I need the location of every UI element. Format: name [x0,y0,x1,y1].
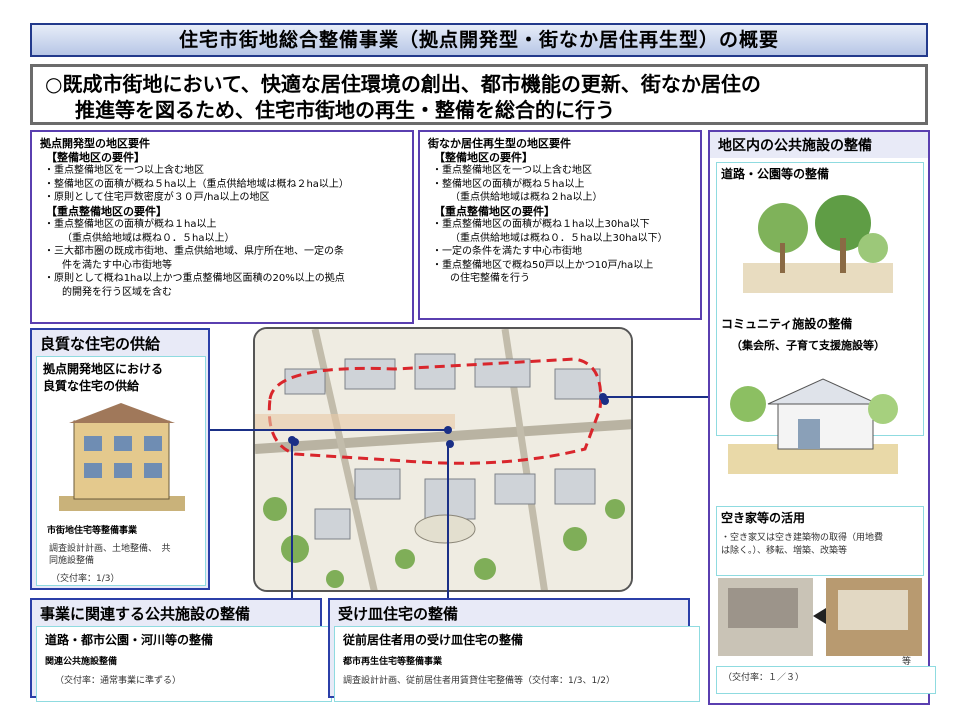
receiving-housing-box: 受け皿住宅の整備 従前居住者用の受け皿住宅の整備 都市再生住宅等整備事業 調査設… [328,598,700,702]
related-facilities-heading: 事業に関連する公共施設の整備 [40,605,251,623]
receiving-housing-program: 都市再生住宅等整備事業 [343,657,443,667]
receiving-housing-heading: 受け皿住宅の整備 [338,605,459,623]
related-facilities-item: 道路・都市公園・河川等の整備 [45,633,214,647]
related-facilities-box: 事業に関連する公共施設の整備 道路・都市公園・河川等の整備 関連公共施設整備 （… [30,598,332,702]
receiving-housing-detail: 調査設計計画、従前居住者用賃貸住宅整備等（交付率：1/3、1/2） [343,676,615,686]
receiving-housing-inner: 従前居住者用の受け皿住宅の整備 都市再生住宅等整備事業 調査設計計画、従前居住者… [334,626,700,702]
related-facilities-inner: 道路・都市公園・河川等の整備 関連公共施設整備 （交付率：通常事業に準ずる） [36,626,332,702]
related-facilities-program: 関連公共施設整備 [45,657,118,667]
receiving-housing-item: 従前居住者用の受け皿住宅の整備 [343,633,524,647]
related-facilities-rate: （交付率：通常事業に準ずる） [55,676,182,686]
